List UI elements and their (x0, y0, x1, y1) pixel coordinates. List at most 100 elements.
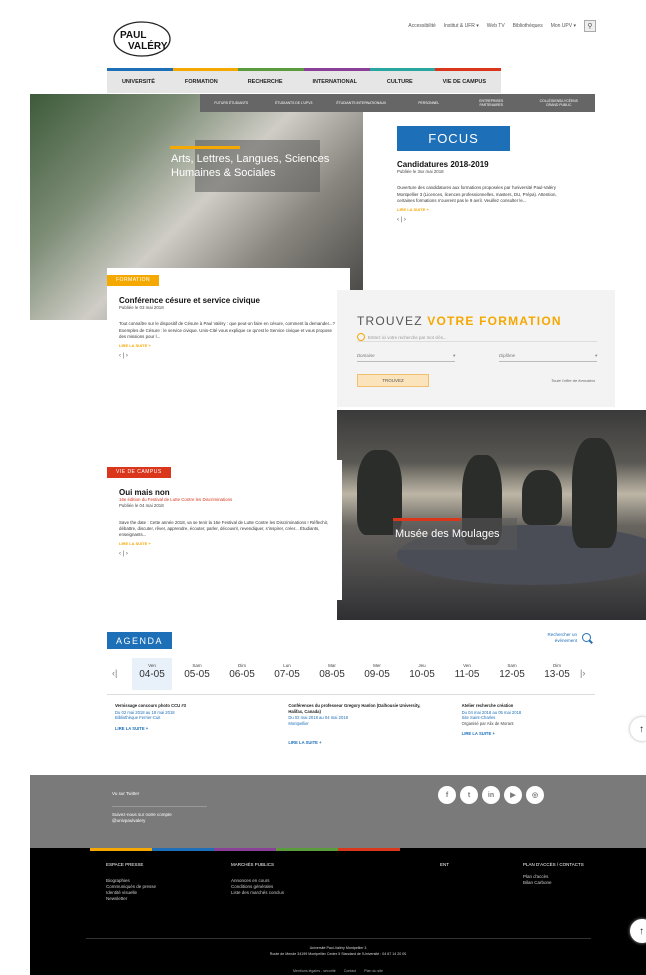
formation-tag[interactable]: FORMATION (107, 275, 160, 286)
event-title[interactable]: Vernissage concours photo CCU #3 (115, 703, 248, 709)
footer-col-ent: ENT (440, 862, 449, 878)
museum-accent-bar (393, 518, 461, 521)
linkedin-icon[interactable]: in (482, 786, 500, 804)
audience-internationaux[interactable]: ÉTUDIANTS INTERNATIONAUX (336, 101, 386, 105)
museum-banner[interactable]: Musée des Moulages (337, 410, 646, 620)
event-read-more[interactable]: LIRE LA SUITE + (115, 726, 248, 732)
agenda-day[interactable]: Mar 08-05 (312, 658, 352, 690)
footer-divider (86, 938, 591, 939)
youtube-icon[interactable]: ▶ (504, 786, 522, 804)
nav-culture[interactable]: CULTURE (387, 79, 413, 85)
agenda-divider (107, 694, 595, 695)
nav-vie-de-campus[interactable]: VIE DE CAMPUS (443, 79, 486, 85)
formation-pager[interactable]: ‹ | › (119, 353, 338, 359)
event-place: Montpellier (288, 720, 309, 726)
footer-link[interactable]: Bilan Carbone (523, 880, 593, 886)
footer-color-bar (90, 848, 400, 851)
audience-personnel[interactable]: PERSONNEL (409, 101, 449, 105)
topnav-institut[interactable]: Institut & UFR ▾ (444, 23, 479, 29)
formation-card: FORMATION Conférence césure et service c… (107, 268, 350, 398)
search-icon[interactable] (582, 633, 591, 642)
domaine-select[interactable]: Domaine ▾ (357, 350, 455, 362)
audience-nav: FUTURS ÉTUDIANTS ÉTUDIANTS DE L'UPV3 ÉTU… (200, 94, 595, 112)
focus-pager[interactable]: ‹ | › (397, 217, 572, 223)
agenda-day[interactable]: Ven 11-05 (447, 658, 487, 690)
agenda-prev-arrow[interactable]: ‹| (112, 668, 117, 678)
agenda-event: Atelier recherche création Du 04 mai 201… (462, 703, 595, 746)
event-title[interactable]: Conférences du professeur Gregory Hanlon… (288, 703, 421, 714)
topnav-accessibility[interactable]: Accessibilité (408, 23, 436, 29)
agenda-next-arrow[interactable]: |› (580, 668, 585, 678)
topnav-webtv[interactable]: Web TV (487, 23, 505, 29)
search-icon[interactable]: ⚲ (584, 20, 596, 32)
agenda-day[interactable]: Mer 09-05 (357, 658, 397, 690)
vie-read-more[interactable]: LIRE LA SUITE + (119, 541, 330, 547)
main-nav: UNIVERSITÉ FORMATION RECHERCHE INTERNATI… (107, 71, 501, 93)
university-logo[interactable]: PAUL VALÉRY (108, 18, 180, 60)
event-title[interactable]: Atelier recherche création (462, 703, 595, 709)
formation-text: Tout connaître sur le dispositif de Césu… (119, 321, 335, 339)
event-read-more[interactable]: LIRE LA SUITE + (462, 731, 595, 737)
find-course-button[interactable]: TROUVEZ (357, 374, 429, 387)
agenda-search-link[interactable]: Rechercher un événement (535, 632, 577, 643)
agenda-day[interactable]: Lun 07-05 (267, 658, 307, 690)
footer-legal-links: Mentions légales - sécurité Contact Plan… (30, 969, 646, 973)
course-search-input[interactable]: Entrez ici votre recherche par mot clés.… (357, 333, 597, 342)
footer-heading[interactable]: PLAN D'ACCÈS / CONTACTS (523, 862, 593, 868)
vie-pager[interactable]: ‹ | › (119, 551, 330, 557)
legal-link[interactable]: Contact (344, 969, 356, 973)
statue (572, 438, 617, 548)
diplome-select[interactable]: Diplôme ▾ (499, 350, 597, 362)
legal-link[interactable]: Mentions légales - sécurité (293, 969, 336, 973)
twitter-title: Vu sur Twitter (112, 791, 140, 796)
nav-international[interactable]: INTERNATIONAL (312, 79, 357, 85)
vie-date: Publiée le 04 mai 2018 (119, 503, 164, 509)
agenda-day[interactable]: Sam 12-05 (492, 658, 532, 690)
audience-entreprises[interactable]: ENTREPRISES PARTENAIRES (471, 99, 511, 107)
twitter-band: Vu sur Twitter Suivez-nous sur notre com… (30, 775, 646, 848)
nav-universite[interactable]: UNIVERSITÉ (122, 79, 155, 85)
topnav-bibliotheques[interactable]: Bibliothèques (513, 23, 543, 29)
vie-title[interactable]: Oui mais non (119, 488, 330, 496)
twitter-follow[interactable]: Suivez-nous sur notre compte @univpaulval… (112, 812, 172, 824)
topnav-mon-upv[interactable]: Mon UPV ▾ (551, 23, 576, 29)
scroll-top-arrow-icon[interactable]: ↑ (630, 717, 646, 741)
focus-date: Publiée le 3xx mai 2018 (397, 169, 444, 175)
footer-col-presse: ESPACE PRESSE Biographies Communiqués de… (106, 862, 156, 902)
agenda-day[interactable]: Sam 05-05 (177, 658, 217, 690)
all-courses-link[interactable]: Toute l'offre de formation (551, 378, 595, 383)
footer-heading[interactable]: MARCHÉS PUBLICS (231, 862, 284, 868)
audience-futurs-etudiants[interactable]: FUTURS ÉTUDIANTS (211, 101, 251, 105)
footer-link[interactable]: Liste des marchés conclus (231, 890, 284, 896)
agenda-day[interactable]: Jeu 10-05 (402, 658, 442, 690)
footer-heading[interactable]: ENT (440, 862, 449, 868)
footer-heading[interactable]: ESPACE PRESSE (106, 862, 156, 868)
audience-grand-public[interactable]: COLLÉGIENS/LYCÉENS GRAND PUBLIC (534, 99, 584, 107)
audience-etudiants-upv[interactable]: ÉTUDIANTS DE L'UPV3 (274, 101, 314, 105)
agenda-day[interactable]: Ven 04-05 (132, 658, 172, 690)
footer-address: Route de Mende 34199 Montpellier Cedex 5… (269, 952, 407, 956)
formation-read-more[interactable]: LIRE LA SUITE + (119, 343, 338, 349)
instagram-icon[interactable]: ◎ (526, 786, 544, 804)
focus-read-more[interactable]: LIRE LA SUITE + (397, 207, 572, 213)
legal-link[interactable]: Plan du site (364, 969, 383, 973)
agenda-day[interactable]: Dim 13-05 (537, 658, 577, 690)
hero-title: Arts, Lettres, Langues, Sciences Humaine… (171, 153, 330, 179)
nav-formation[interactable]: FORMATION (185, 79, 218, 85)
twitter-icon[interactable]: t (460, 786, 478, 804)
agenda-days: Ven 04-05 Sam 05-05 Dim 06-05 Lun 07-05 Mar 0… (132, 658, 577, 690)
agenda-day[interactable]: Dim 06-05 (222, 658, 262, 690)
focus-title[interactable]: Candidatures 2018-2019 (397, 160, 572, 168)
course-finder: TROUVEZ VOTRE FORMATION Entrez ici votre… (337, 290, 615, 407)
focus-article: Candidatures 2018-2019 Publiée le 3xx ma… (397, 160, 572, 223)
course-finder-title: TROUVEZ VOTRE FORMATION (357, 314, 562, 328)
formation-title[interactable]: Conférence césure et service civique (119, 296, 338, 304)
footer-link[interactable]: Newsletter (106, 896, 156, 902)
footer: ESPACE PRESSE Biographies Communiqués de… (30, 848, 646, 975)
facebook-icon[interactable]: f (438, 786, 456, 804)
vie-de-campus-tag[interactable]: VIE DE CAMPUS (107, 467, 171, 478)
chevron-down-icon: ▾ (452, 352, 455, 358)
svg-text:VALÉRY: VALÉRY (128, 39, 168, 52)
nav-recherche[interactable]: RECHERCHE (248, 79, 283, 85)
event-read-more[interactable]: LIRE LA SUITE + (288, 740, 421, 746)
